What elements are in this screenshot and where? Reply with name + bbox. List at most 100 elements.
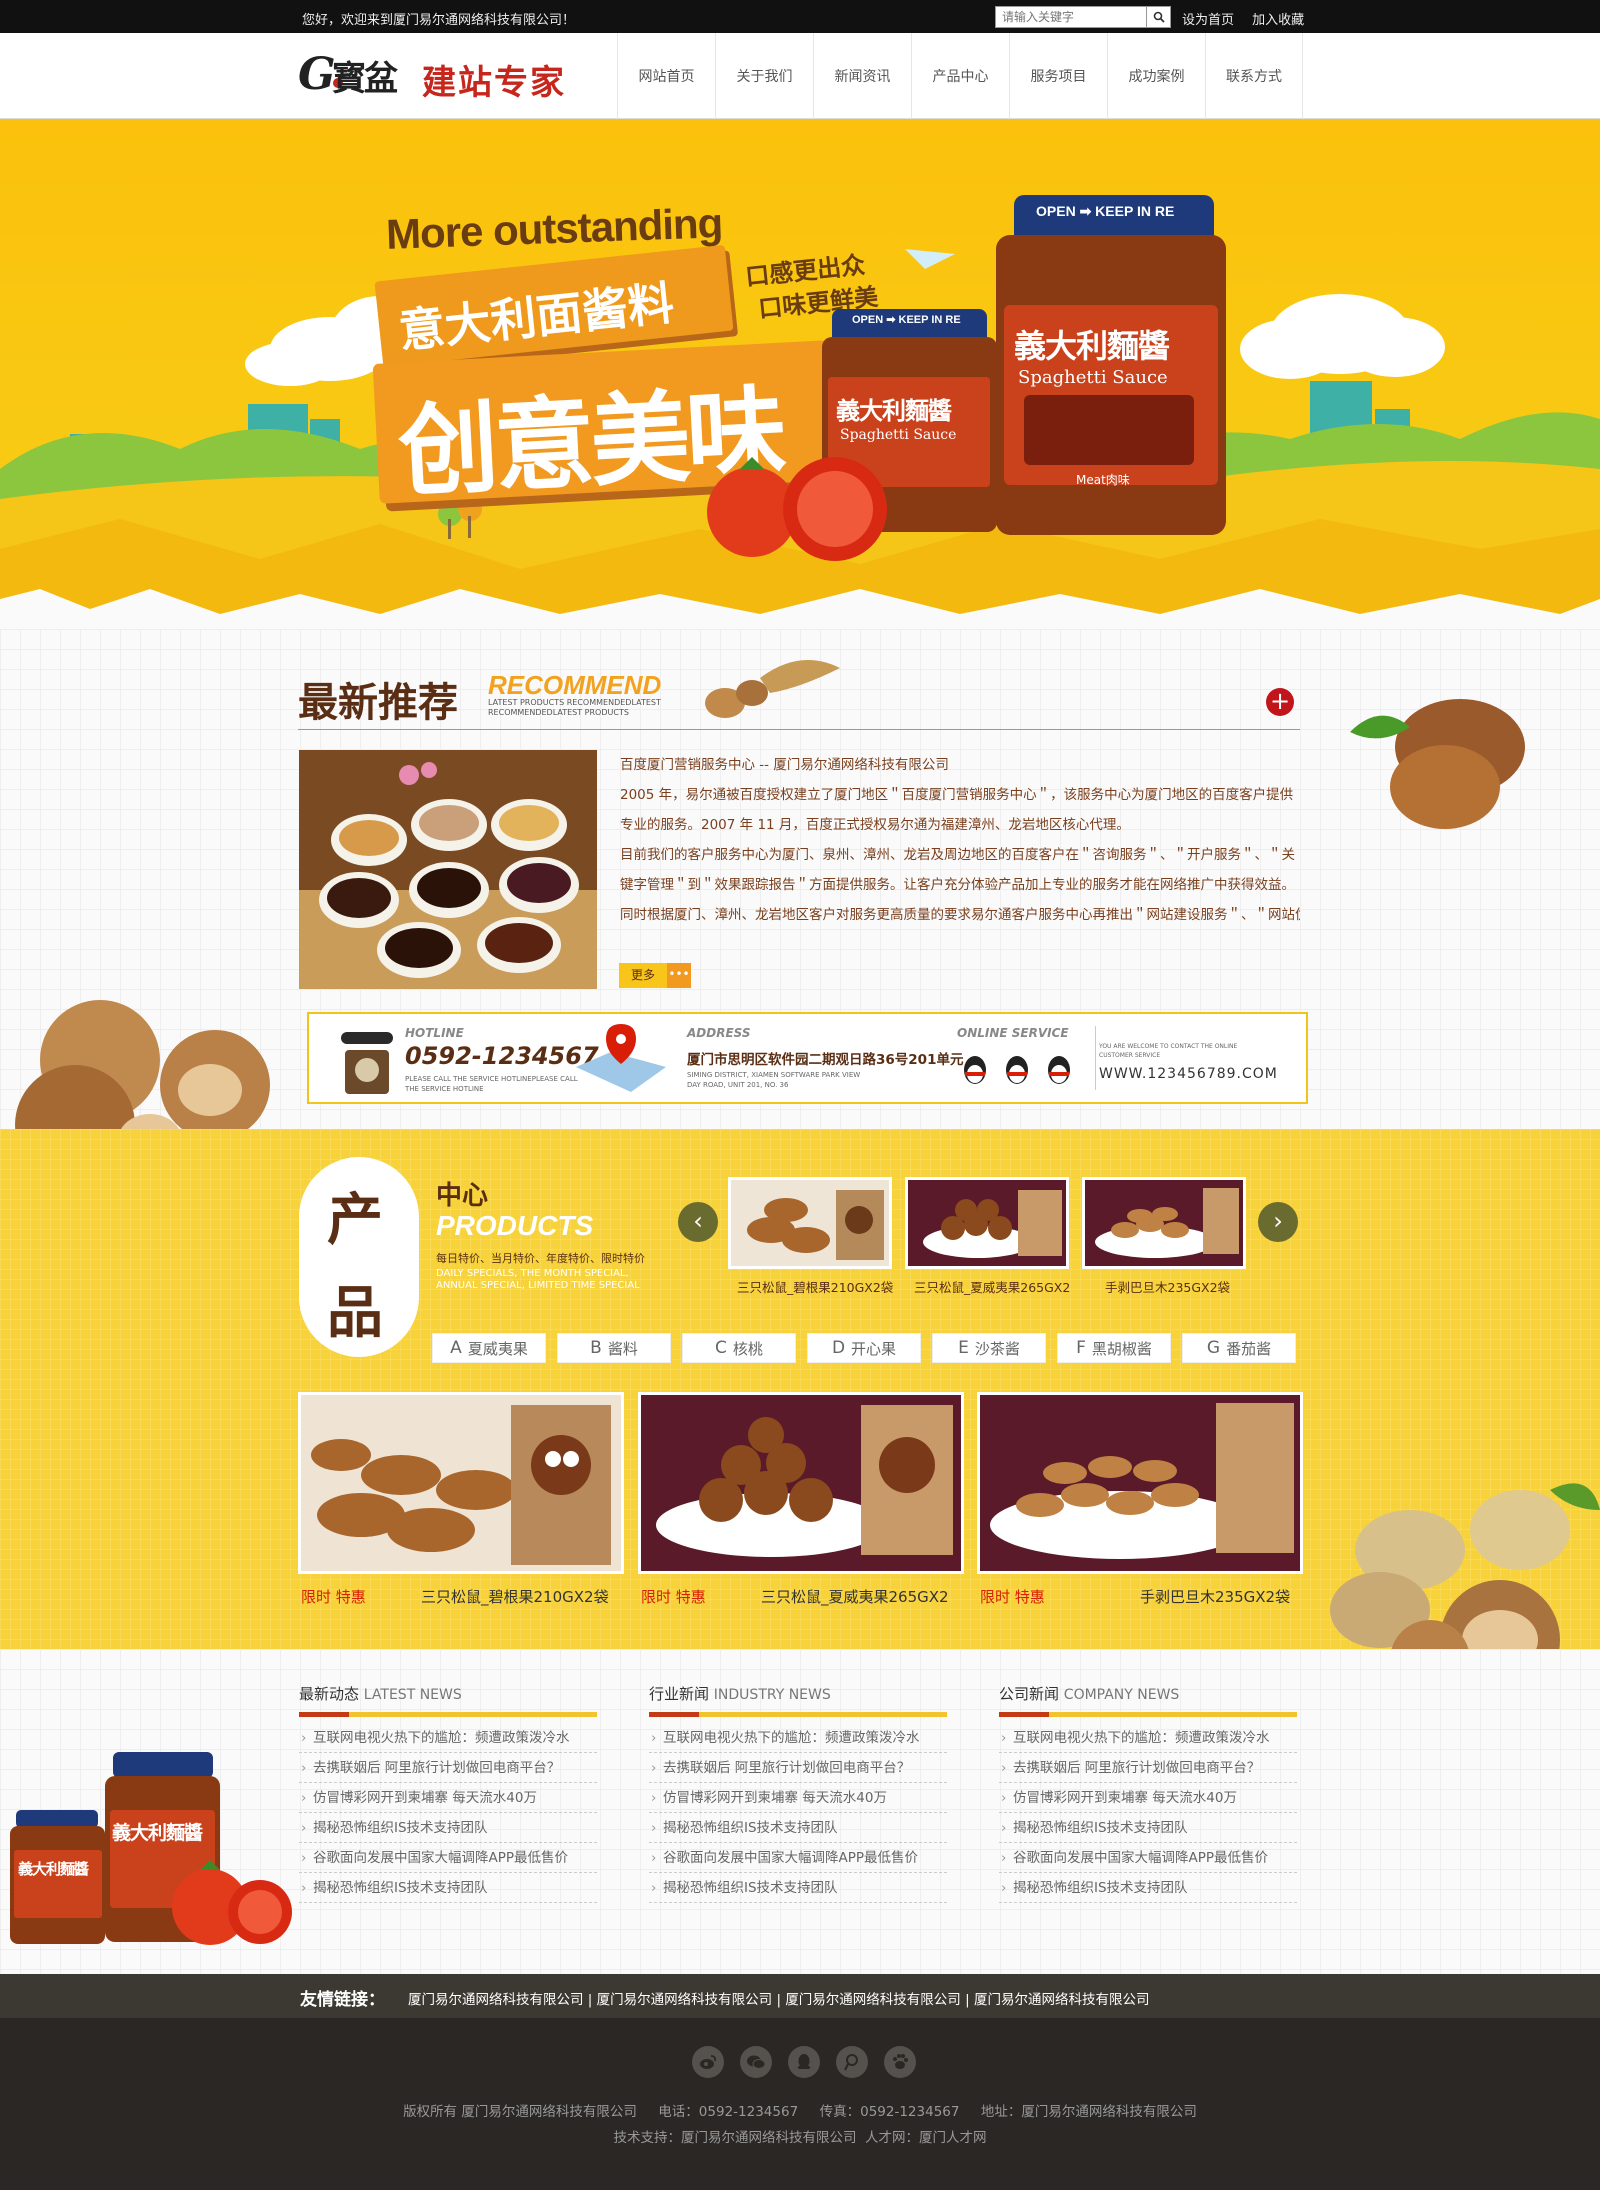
weibo-icon[interactable] [692, 2046, 724, 2078]
carousel-caption[interactable]: 三只松鼠_碧根果210GX2袋 [737, 1277, 893, 1296]
category-tab[interactable]: D 开心果 [807, 1333, 921, 1363]
friend-link[interactable]: 厦门易尔通网络科技有限公司 [408, 1992, 584, 2008]
qq-buttons [959, 1054, 1075, 1086]
friend-link[interactable]: 厦门易尔通网络科技有限公司 [974, 1992, 1150, 2008]
search-button[interactable] [1146, 7, 1170, 27]
news-item[interactable]: 揭秘恐怖组织IS技术支持团队 [999, 1813, 1297, 1843]
product-name[interactable]: 三只松鼠_夏威夷果265GX2 [761, 1586, 949, 1607]
nav-news[interactable]: 新闻资讯 [813, 33, 911, 119]
qq-icon[interactable] [788, 2046, 820, 2078]
nav-products[interactable]: 产品中心 [911, 33, 1009, 119]
wechat-icon[interactable] [740, 2046, 772, 2078]
company-news-column: 公司新闻 COMPANY NEWS 互联网电视火热下的尴尬：频遭政策泼冷水 去携… [999, 1683, 1297, 1903]
qq-icon[interactable] [1043, 1054, 1075, 1086]
tencent-weibo-icon[interactable] [836, 2046, 868, 2078]
carousel-thumb[interactable] [905, 1177, 1069, 1269]
product-name[interactable]: 手剥巴旦木235GX2袋 [1140, 1586, 1290, 1607]
news-item[interactable]: 去携联姻后 阿里旅行计划做回电商平台？ [999, 1753, 1297, 1783]
address-label: ADDRESS [687, 1026, 751, 1040]
friend-links-label: 友情链接： [300, 1990, 385, 2010]
logo[interactable]: G 寳盆 建站专家 [298, 45, 583, 107]
large-sauce-jar: OPEN ➡ KEEP IN RE 義大利麵醬 Spaghetti Sauce … [996, 195, 1226, 535]
website-url[interactable]: WWW.123456789.COM [1099, 1066, 1278, 1082]
set-homepage-link[interactable]: 设为首页 [1182, 13, 1234, 28]
news-item[interactable]: 谷歌面向发展中国家大幅调降APP最低售价 [999, 1843, 1297, 1873]
add-favorite-link[interactable]: 加入收藏 [1252, 13, 1304, 28]
product-card-image[interactable] [638, 1392, 964, 1574]
search-box [995, 6, 1171, 28]
carousel-next-button[interactable]: › [1258, 1202, 1298, 1242]
nav-contact[interactable]: 联系方式 [1205, 33, 1303, 119]
recommend-heading[interactable]: 百度厦门营销服务中心 -- 厦门易尔通网络科技有限公司 [620, 750, 1300, 780]
news-item[interactable]: 揭秘恐怖组织IS技术支持团队 [299, 1813, 597, 1843]
category-tab[interactable]: G 番茄酱 [1182, 1333, 1296, 1363]
nav-services[interactable]: 服务项目 [1009, 33, 1107, 119]
product-card-image[interactable] [977, 1392, 1303, 1574]
top-bar: 您好，欢迎来到厦门易尔通网络科技有限公司！ 设为首页 加入收藏 [0, 0, 1600, 33]
news-item[interactable]: 互联网电视火热下的尴尬：频遭政策泼冷水 [999, 1723, 1297, 1753]
friend-link[interactable]: 厦门易尔通网络科技有限公司 [785, 1992, 961, 2008]
company-news-header: 公司新闻 COMPANY NEWS [999, 1683, 1297, 1717]
small-jar-label: 義大利麵醬 [18, 1860, 89, 1878]
news-item[interactable]: 揭秘恐怖组织IS技术支持团队 [999, 1873, 1297, 1903]
friend-link[interactable]: 厦门易尔通网络科技有限公司 [597, 1992, 773, 2008]
news-item[interactable]: 仿冒博彩网开到柬埔寨 每天流水40万 [649, 1783, 947, 1813]
recommend-p2: 目前我们的客户服务中心为厦门、泉州、漳州、龙岩及周边地区的百度客户在＂咨询服务＂… [620, 847, 1295, 893]
recommend-more-button[interactable]: 更多 ••• [619, 963, 691, 988]
category-tab[interactable]: C 核桃 [682, 1333, 796, 1363]
map-pin-icon [576, 1024, 666, 1092]
logo-brand: 寳盆 [332, 59, 398, 99]
products-title-cn: 中心 [436, 1181, 489, 1211]
product-card-image[interactable] [298, 1392, 624, 1574]
category-tab[interactable]: B 酱料 [557, 1333, 671, 1363]
product-caption: 限时 特惠 手剥巴旦木235GX2袋 [980, 1586, 1290, 1607]
recommend-more-plus-button[interactable]: + [1266, 688, 1294, 716]
nav-about[interactable]: 关于我们 [715, 33, 813, 119]
category-tab[interactable]: A 夏威夷果 [432, 1333, 546, 1363]
tomatoes-graphic [707, 457, 887, 561]
carousel-caption[interactable]: 三只松鼠_夏威夷果265GX2 [914, 1277, 1070, 1296]
industry-news-header: 行业新闻 INDUSTRY NEWS [649, 1683, 947, 1717]
category-tab[interactable]: F 黑胡椒酱 [1057, 1333, 1171, 1363]
news-item[interactable]: 去携联姻后 阿里旅行计划做回电商平台？ [299, 1753, 597, 1783]
qq-icon[interactable] [959, 1054, 991, 1086]
hero-banner[interactable]: More outstanding 意大利面酱料 创意美味 口感更出众 口味更鲜美… [0, 119, 1600, 629]
news-item[interactable]: 谷歌面向发展中国家大幅调降APP最低售价 [649, 1843, 947, 1873]
news-item[interactable]: 互联网电视火热下的尴尬：频遭政策泼冷水 [649, 1723, 947, 1753]
macadamia-image [641, 1395, 961, 1571]
latest-news-column: 最新动态 LATEST NEWS 互联网电视火热下的尴尬：频遭政策泼冷水 去携联… [299, 1683, 597, 1903]
carousel-thumb[interactable] [728, 1177, 892, 1269]
carousel-prev-button[interactable]: ‹ [678, 1202, 718, 1242]
promo-label: 限时 特惠 [641, 1588, 706, 1606]
header: G 寳盆 建站专家 网站首页 关于我们 新闻资讯 产品中心 服务项目 成功案例 … [0, 33, 1600, 119]
nav-home[interactable]: 网站首页 [617, 33, 715, 119]
search-input[interactable] [996, 7, 1146, 27]
nav-cases[interactable]: 成功案例 [1107, 33, 1205, 119]
news-item[interactable]: 互联网电视火热下的尴尬：频遭政策泼冷水 [299, 1723, 597, 1753]
news-item[interactable]: 去携联姻后 阿里旅行计划做回电商平台？ [649, 1753, 947, 1783]
hotline-number[interactable]: 0592-1234567 [405, 1042, 599, 1070]
welcome-text: 您好，欢迎来到厦门易尔通网络科技有限公司！ [302, 13, 576, 28]
products-desc-en: DAILY SPECIALS, THE MONTH SPECIAL, ANNUAL… [436, 1268, 640, 1291]
product-caption: 限时 特惠 三只松鼠_碧根果210GX2袋 [301, 1586, 609, 1607]
news-item[interactable]: 仿冒博彩网开到柬埔寨 每天流水40万 [299, 1783, 597, 1813]
news-item[interactable]: 揭秘恐怖组织IS技术支持团队 [299, 1873, 597, 1903]
news-item[interactable]: 揭秘恐怖组织IS技术支持团队 [649, 1873, 947, 1903]
almond-image [980, 1395, 1300, 1571]
industry-news-column: 行业新闻 INDUSTRY NEWS 互联网电视火热下的尴尬：频遭政策泼冷水 去… [649, 1683, 947, 1903]
baidu-icon[interactable] [884, 2046, 916, 2078]
footer: 版权所有 厦门易尔通网络科技有限公司 电话：0592-1234567 传真：05… [0, 2018, 1600, 2190]
news-item[interactable]: 谷歌面向发展中国家大幅调降APP最低售价 [299, 1843, 597, 1873]
qq-icon[interactable] [1001, 1054, 1033, 1086]
carousel-thumb[interactable] [1082, 1177, 1246, 1269]
recommend-sub-en: LATEST PRODUCTS RECOMMENDEDLATEST RECOMME… [488, 698, 661, 717]
product-name[interactable]: 三只松鼠_碧根果210GX2袋 [421, 1586, 609, 1607]
news-item[interactable]: 揭秘恐怖组织IS技术支持团队 [649, 1813, 947, 1843]
news-item[interactable]: 仿冒博彩网开到柬埔寨 每天流水40万 [999, 1783, 1297, 1813]
top-links: 设为首页 加入收藏 [1182, 9, 1318, 28]
carousel-caption[interactable]: 手剥巴旦木235GX2袋 [1105, 1277, 1230, 1296]
category-tab[interactable]: E 沙茶酱 [932, 1333, 1046, 1363]
recommend-photo[interactable] [299, 750, 597, 989]
products-badge-top: 产 [327, 1188, 383, 1253]
friend-links-list: 厦门易尔通网络科技有限公司 | 厦门易尔通网络科技有限公司 | 厦门易尔通网络科… [408, 1992, 1150, 2008]
